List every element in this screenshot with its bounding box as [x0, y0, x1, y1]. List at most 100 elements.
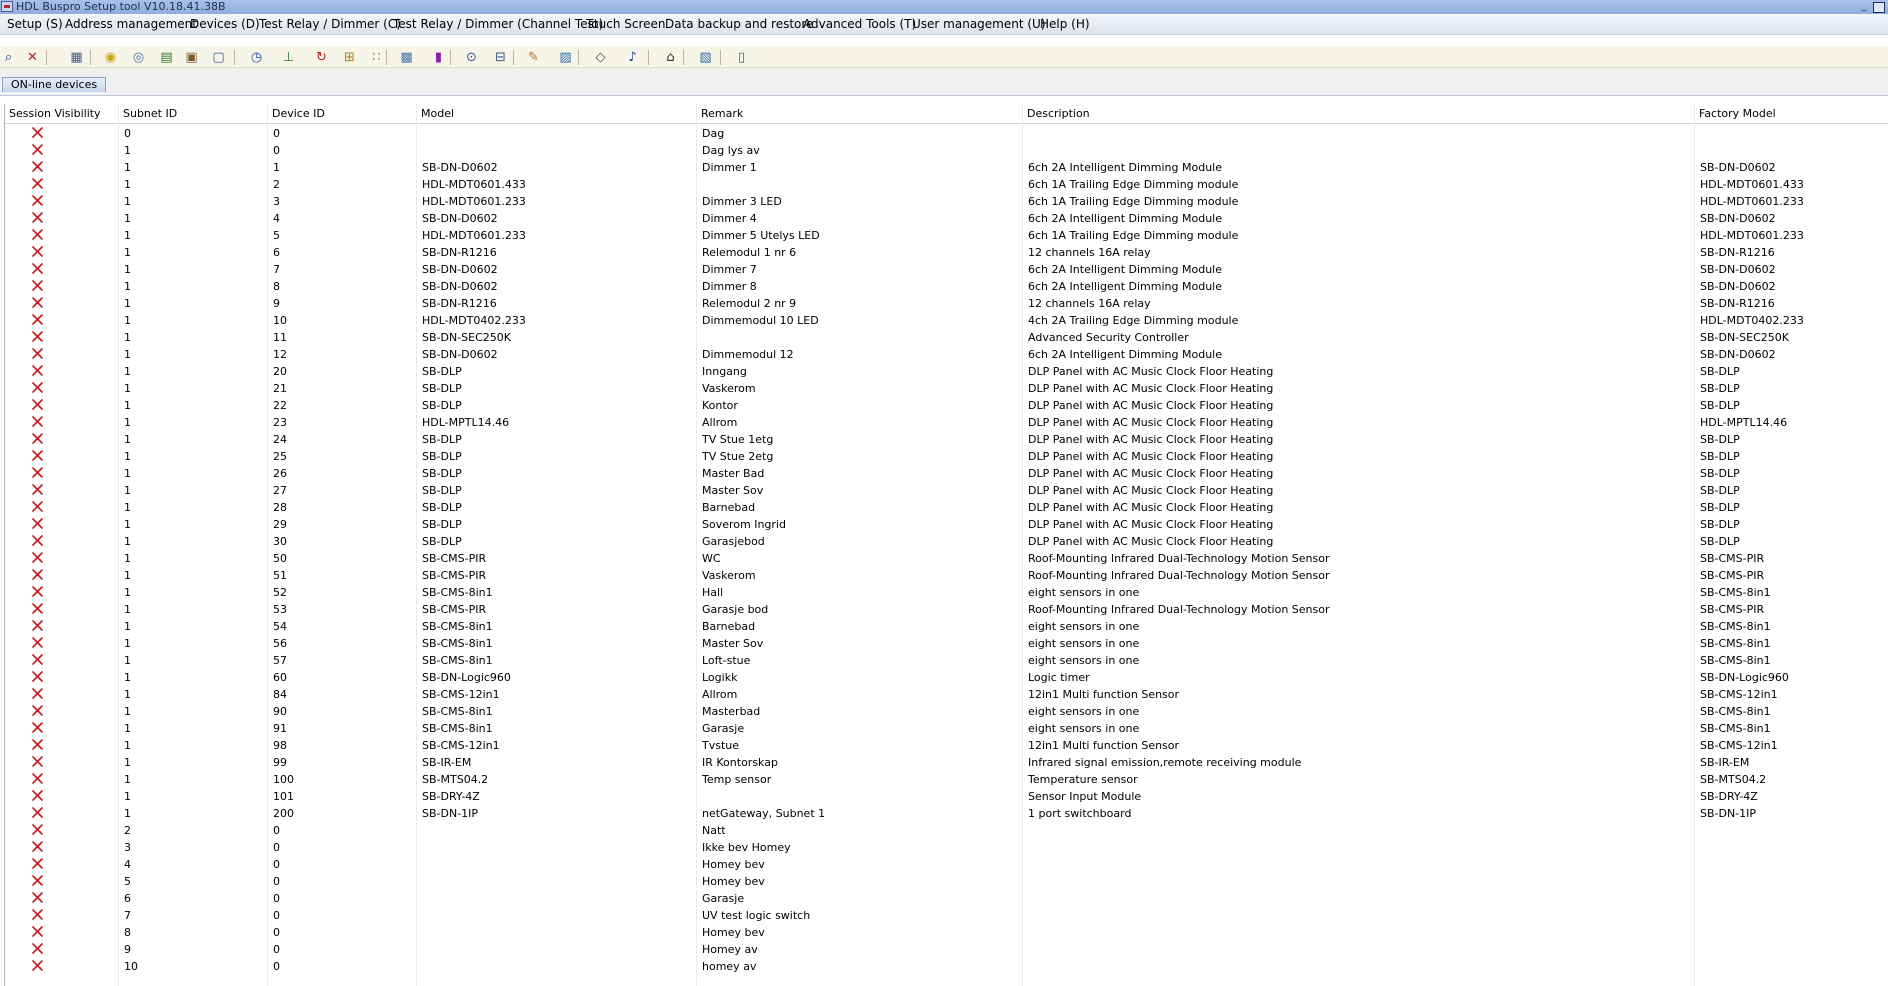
- screen-icon[interactable]: ▧: [697, 49, 714, 66]
- visibility-off-icon[interactable]: [31, 330, 44, 343]
- table-row[interactable]: 1 7 SB-DN-D0602 Dimmer 7 6ch 2A Intelligent …: [5, 261, 1888, 278]
- col-subnet-id-header[interactable]: Subnet ID: [119, 104, 268, 124]
- table-row[interactable]: 1 56 SB-CMS-8in1 Master Sov eight sensors in…: [5, 635, 1888, 652]
- visibility-off-icon[interactable]: [31, 602, 44, 615]
- table-row[interactable]: 1 25 SB-DLP TV Stue 2etg DLP Panel with AC M…: [5, 448, 1888, 465]
- note-icon[interactable]: ✎: [525, 49, 542, 66]
- table-row[interactable]: 1 29 SB-DLP Soverom Ingrid DLP Panel with AC…: [5, 516, 1888, 533]
- panel-icon[interactable]: ▢: [210, 49, 227, 66]
- table-row[interactable]: 1 51 SB-CMS-PIR Vaskerom Roof-Mounting Infra…: [5, 567, 1888, 584]
- table-row[interactable]: 1 23 HDL-MPTL14.46 Allrom DLP Panel with AC …: [5, 414, 1888, 431]
- table-row[interactable]: 1 200 SB-DN-1IP netGateway, Subnet 1 1 port …: [5, 805, 1888, 822]
- table-row[interactable]: 1 9 SB-DN-R1216 Relemodul 2 nr 9 12 channels…: [5, 295, 1888, 312]
- visibility-off-icon[interactable]: [31, 942, 44, 955]
- delete-icon[interactable]: ✕: [24, 49, 41, 66]
- table-row[interactable]: 1 100 SB-MTS04.2 Temp sensor Temperature sen…: [5, 771, 1888, 788]
- visibility-off-icon[interactable]: [31, 704, 44, 717]
- table-row[interactable]: 1 3 HDL-MDT0601.233 Dimmer 3 LED 6ch 1A Trai…: [5, 193, 1888, 210]
- visibility-off-icon[interactable]: [31, 823, 44, 836]
- visibility-off-icon[interactable]: [31, 840, 44, 853]
- visibility-off-icon[interactable]: [31, 670, 44, 683]
- visibility-off-icon[interactable]: [31, 432, 44, 445]
- table-row[interactable]: 1 20 SB-DLP Inngang DLP Panel with AC Music …: [5, 363, 1888, 380]
- table-row[interactable]: 1 24 SB-DLP TV Stue 1etg DLP Panel with AC M…: [5, 431, 1888, 448]
- grid-dots-icon[interactable]: ∷: [368, 49, 385, 66]
- visibility-off-icon[interactable]: [31, 296, 44, 309]
- table-row[interactable]: 1 99 SB-IR-EM IR Kontorskap Infrared signal …: [5, 754, 1888, 771]
- table-row[interactable]: 1 98 SB-CMS-12in1 Tvstue 12in1 Multi functio…: [5, 737, 1888, 754]
- visibility-off-icon[interactable]: [31, 959, 44, 972]
- config-icon[interactable]: ⊟: [492, 49, 509, 66]
- visibility-off-icon[interactable]: [31, 177, 44, 190]
- table-row[interactable]: 6 0 Garasje: [5, 890, 1888, 907]
- visibility-off-icon[interactable]: [31, 211, 44, 224]
- image-icon[interactable]: ▨: [557, 49, 574, 66]
- menu-setup[interactable]: Setup (S): [7, 14, 63, 35]
- table-row[interactable]: 1 50 SB-CMS-PIR WC Roof-Mounting Infrared Du…: [5, 550, 1888, 567]
- menu-user-management[interactable]: User management (U): [912, 14, 1046, 35]
- table-row[interactable]: 1 1 SB-DN-D0602 Dimmer 1 6ch 2A Intelligent …: [5, 159, 1888, 176]
- table-row[interactable]: 8 0 Homey bev: [5, 924, 1888, 941]
- graph-icon[interactable]: ▤: [158, 49, 175, 66]
- tab-online-devices[interactable]: ON-line devices: [2, 77, 107, 92]
- menu-data-backup[interactable]: Data backup and restore: [665, 14, 813, 35]
- visibility-off-icon[interactable]: [31, 228, 44, 241]
- table-row[interactable]: 4 0 Homey bev: [5, 856, 1888, 873]
- visibility-off-icon[interactable]: [31, 551, 44, 564]
- visibility-off-icon[interactable]: [31, 364, 44, 377]
- table-row[interactable]: 1 26 SB-DLP Master Bad DLP Panel with AC Mus…: [5, 465, 1888, 482]
- maximize-icon[interactable]: [1873, 2, 1885, 13]
- keypad-icon[interactable]: ▩: [398, 49, 415, 66]
- table-row[interactable]: 1 101 SB-DRY-4Z Sensor Input Module SB-DRY-4…: [5, 788, 1888, 805]
- visibility-off-icon[interactable]: [31, 636, 44, 649]
- table-row[interactable]: 1 22 SB-DLP Kontor DLP Panel with AC Music C…: [5, 397, 1888, 414]
- visibility-off-icon[interactable]: [31, 245, 44, 258]
- visibility-off-icon[interactable]: [31, 449, 44, 462]
- refresh-icon[interactable]: ↻: [313, 49, 330, 66]
- visibility-off-icon[interactable]: [31, 857, 44, 870]
- table-row[interactable]: 1 21 SB-DLP Vaskerom DLP Panel with AC Music…: [5, 380, 1888, 397]
- visibility-off-icon[interactable]: [31, 194, 44, 207]
- logic-icon[interactable]: ▮: [430, 49, 447, 66]
- visibility-off-icon[interactable]: [31, 687, 44, 700]
- table-row[interactable]: 3 0 Ikke bev Homey: [5, 839, 1888, 856]
- visibility-off-icon[interactable]: [31, 874, 44, 887]
- table-icon[interactable]: ▦: [68, 49, 85, 66]
- menu-test-relay-channel[interactable]: Test Relay / Dimmer (Channel Test): [393, 14, 603, 35]
- col-session-visibility-header[interactable]: Session Visibility: [5, 104, 119, 124]
- table-row[interactable]: 10 0 homey av: [5, 958, 1888, 975]
- table-row[interactable]: 1 30 SB-DLP Garasjebod DLP Panel with AC Mus…: [5, 533, 1888, 550]
- table-row[interactable]: 1 0 Dag lys av: [5, 142, 1888, 159]
- menu-address-management[interactable]: Address management: [65, 14, 197, 35]
- col-description-header[interactable]: Description: [1023, 104, 1695, 124]
- table-row[interactable]: 5 0 Homey bev: [5, 873, 1888, 890]
- col-device-id-header[interactable]: Device ID: [268, 104, 417, 124]
- col-remark-header[interactable]: Remark: [697, 104, 1023, 124]
- table-row[interactable]: 2 0 Natt: [5, 822, 1888, 839]
- visibility-off-icon[interactable]: [31, 313, 44, 326]
- visibility-off-icon[interactable]: [31, 653, 44, 666]
- visibility-off-icon[interactable]: [31, 789, 44, 802]
- network-icon[interactable]: ⊥: [280, 49, 297, 66]
- visibility-off-icon[interactable]: [31, 347, 44, 360]
- table-row[interactable]: 1 6 SB-DN-R1216 Relemodul 1 nr 6 12 channels…: [5, 244, 1888, 261]
- visibility-off-icon[interactable]: [31, 738, 44, 751]
- table-row[interactable]: 1 60 SB-DN-Logic960 Logikk Logic timer SB-DN-…: [5, 669, 1888, 686]
- visibility-off-icon[interactable]: [31, 483, 44, 496]
- col-factory-model-header[interactable]: Factory Model: [1695, 104, 1888, 124]
- visibility-off-icon[interactable]: [31, 772, 44, 785]
- table-row[interactable]: 9 0 Homey av: [5, 941, 1888, 958]
- visibility-off-icon[interactable]: [31, 126, 44, 139]
- table-row[interactable]: 1 27 SB-DLP Master Sov DLP Panel with AC Mus…: [5, 482, 1888, 499]
- menu-devices[interactable]: Devices (D): [190, 14, 260, 35]
- visibility-off-icon[interactable]: [31, 517, 44, 530]
- visibility-off-icon[interactable]: [31, 262, 44, 275]
- table-row[interactable]: 1 57 SB-CMS-8in1 Loft-stue eight sensors in …: [5, 652, 1888, 669]
- visibility-off-icon[interactable]: [31, 500, 44, 513]
- window-icon[interactable]: ▯: [733, 49, 750, 66]
- visibility-off-icon[interactable]: [31, 806, 44, 819]
- zoom-icon[interactable]: ⊙: [463, 49, 480, 66]
- table-row[interactable]: 1 10 HDL-MDT0402.233 Dimmemodul 10 LED 4ch 2…: [5, 312, 1888, 329]
- table-row[interactable]: 1 53 SB-CMS-PIR Garasje bod Roof-Mounting In…: [5, 601, 1888, 618]
- visibility-off-icon[interactable]: [31, 534, 44, 547]
